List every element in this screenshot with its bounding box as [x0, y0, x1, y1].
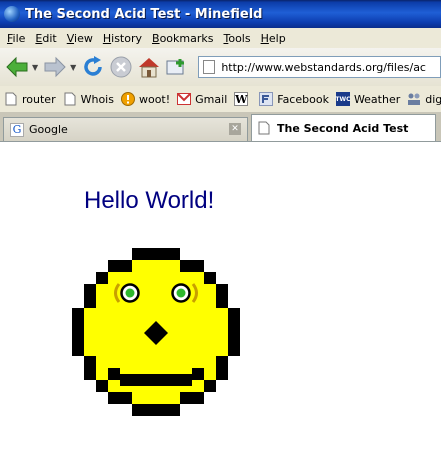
minefield-app-icon — [4, 6, 20, 22]
stop-icon — [110, 56, 132, 78]
navigation-toolbar: ▼ ▼ http://www.webstandards.org/files/ac — [0, 48, 441, 86]
bookmark-gmail[interactable]: Gmail — [177, 92, 227, 106]
menu-tools[interactable]: Tools — [218, 32, 255, 45]
tab-label: The Second Acid Test — [277, 121, 409, 135]
forward-button[interactable] — [42, 54, 68, 80]
new-bookmark-button[interactable] — [164, 54, 190, 80]
back-button[interactable] — [4, 54, 30, 80]
bookmark-digg[interactable]: digg — [407, 92, 441, 106]
menu-history[interactable]: History — [98, 32, 147, 45]
window-title: The Second Acid Test - Minefield — [25, 6, 263, 22]
page-icon — [63, 92, 77, 106]
bookmark-woot[interactable]: woot! — [120, 92, 170, 106]
reload-button[interactable] — [80, 54, 106, 80]
menu-bar: File Edit View History Bookmarks Tools H… — [0, 28, 441, 48]
page-icon — [258, 121, 272, 135]
woot-icon — [120, 92, 135, 106]
forward-history-dropdown[interactable]: ▼ — [70, 63, 76, 72]
tab-google[interactable]: G Google ✕ — [3, 117, 248, 141]
gmail-icon — [177, 92, 192, 106]
forward-arrow-icon — [44, 56, 66, 78]
page-heading: Hello World! — [84, 187, 215, 214]
back-history-dropdown[interactable]: ▼ — [32, 63, 38, 72]
home-button[interactable] — [136, 54, 162, 80]
menu-view[interactable]: View — [62, 32, 98, 45]
url-text: http://www.webstandards.org/files/ac — [221, 60, 426, 74]
page-icon — [4, 92, 18, 106]
back-arrow-icon — [6, 56, 28, 78]
menu-help[interactable]: Help — [256, 32, 291, 45]
bookmark-facebook[interactable]: Facebook — [259, 92, 329, 106]
menu-file[interactable]: File — [2, 32, 30, 45]
bookmark-router[interactable]: router — [4, 92, 56, 106]
stop-button[interactable] — [108, 54, 134, 80]
tab-second-acid-test[interactable]: The Second Acid Test — [251, 114, 436, 141]
site-page-icon — [203, 60, 216, 74]
bookmark-wikipedia[interactable]: W — [234, 92, 252, 106]
tab-close-icon[interactable]: ✕ — [229, 123, 241, 135]
tab-strip: G Google ✕ The Second Acid Test — [0, 112, 441, 142]
window-titlebar[interactable]: The Second Acid Test - Minefield — [0, 0, 441, 28]
tab-label: Google — [29, 123, 68, 136]
home-icon — [139, 58, 160, 78]
wikipedia-icon: W — [234, 92, 249, 106]
menu-bookmarks[interactable]: Bookmarks — [147, 32, 218, 45]
bookmark-whois[interactable]: Whois — [63, 92, 114, 106]
bookmark-add-icon — [166, 59, 185, 75]
page-content: Hello World! — [0, 143, 441, 467]
address-bar[interactable]: http://www.webstandards.org/files/ac — [198, 56, 441, 78]
left-eye — [120, 283, 140, 303]
reload-icon — [84, 56, 103, 76]
facebook-icon — [259, 92, 274, 106]
right-eye — [171, 283, 191, 303]
digg-icon — [407, 92, 421, 106]
weather-icon: TWC — [335, 92, 351, 106]
google-favicon-icon: G — [10, 122, 24, 137]
menu-edit[interactable]: Edit — [30, 32, 61, 45]
acid2-smiley-face — [72, 248, 240, 416]
bookmarks-toolbar: router Whois woot! Gmail W Facebook TWC … — [0, 86, 441, 112]
bookmark-weather[interactable]: TWC Weather — [335, 92, 400, 106]
